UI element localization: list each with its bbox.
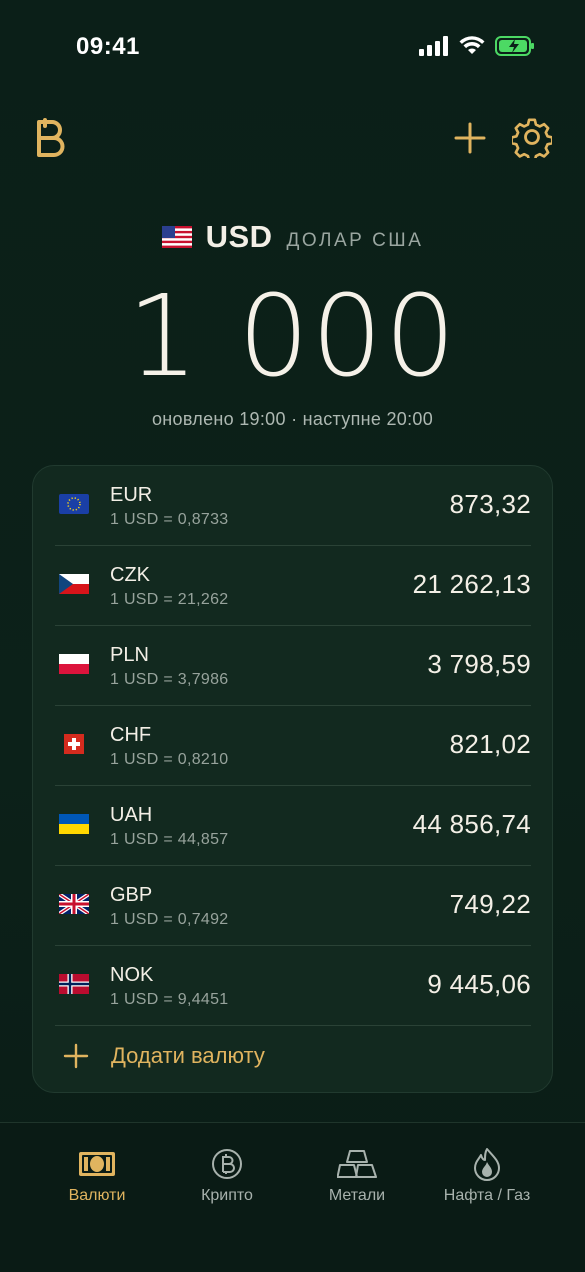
tab-label: Нафта / Газ (443, 1187, 531, 1204)
currency-value: 21 262,13 (412, 569, 531, 599)
gold-bars-icon (337, 1150, 377, 1178)
currency-rate: 1 USD = 44,857 (110, 831, 229, 848)
base-amount[interactable]: 1 000 (0, 272, 585, 402)
currency-row-uah[interactable]: UAH 1 USD = 44,857 44 856,74 (55, 786, 531, 866)
currency-rate: 1 USD = 3,7986 (110, 671, 229, 688)
tab-label: Метали (328, 1187, 386, 1204)
currency-code: UAH (110, 804, 153, 826)
wifi-icon (459, 36, 485, 54)
gb-flag-icon (59, 894, 89, 914)
status-icons (419, 36, 535, 56)
currency-value: 873,32 (449, 489, 531, 519)
settings-button[interactable] (510, 116, 554, 163)
currency-row-nok[interactable]: NOK 1 USD = 9,4451 9 445,06 (55, 946, 531, 1026)
tab-label: Валюти (68, 1187, 126, 1204)
plus-icon (454, 122, 486, 154)
flame-icon (474, 1148, 500, 1181)
currency-rate: 1 USD = 21,262 (110, 591, 229, 608)
currency-value: 749,22 (449, 889, 531, 919)
tab-bar: Валюти Крипто Метали Нафта / Газ (0, 1122, 585, 1272)
b-logo-icon (34, 118, 68, 158)
status-bar: 09:41 (0, 0, 585, 90)
currency-code: NOK (110, 964, 154, 986)
base-currency-selector[interactable]: USD ДОЛАР США (0, 214, 585, 260)
currency-code: EUR (110, 484, 153, 506)
plus-icon (63, 1043, 89, 1069)
signal-icon (419, 36, 448, 56)
bitcoin-icon (212, 1149, 242, 1179)
tab-crypto[interactable]: Крипто (154, 1123, 300, 1233)
currency-row-eur[interactable]: EUR 1 USD = 0,8733 873,32 (55, 466, 531, 546)
add-currency-button[interactable]: Додати валюту (63, 1026, 265, 1086)
tab-oil-gas[interactable]: Нафта / Газ (414, 1123, 560, 1233)
base-currency-name: ДОЛАР США (286, 230, 424, 251)
no-flag-icon (59, 974, 89, 994)
currency-value: 44 856,74 (412, 809, 531, 839)
currency-code: CZK (110, 564, 150, 586)
rates-card: EUR 1 USD = 0,8733 873,32 CZK 1 USD = 21… (32, 465, 553, 1093)
currency-row-gbp[interactable]: GBP 1 USD = 0,7492 749,22 (55, 866, 531, 946)
battery-icon (495, 36, 534, 56)
status-time: 09:41 (76, 33, 140, 60)
app-screen: 09:41 USD ДОЛАР США 1 000 оновлено 19:00… (0, 0, 585, 1272)
currency-code: PLN (110, 644, 149, 666)
gear-icon (510, 118, 554, 163)
tab-currencies[interactable]: Валюти (24, 1123, 170, 1233)
eu-flag-icon (59, 494, 89, 514)
ch-flag-icon (64, 734, 84, 754)
currency-code: CHF (110, 724, 152, 746)
currency-code: GBP (110, 884, 153, 906)
tab-label: Крипто (201, 1187, 253, 1204)
add-button[interactable] (452, 118, 488, 158)
ua-flag-icon (59, 814, 89, 834)
currency-row-chf[interactable]: CHF 1 USD = 0,8210 821,02 (55, 706, 531, 786)
pl-flag-icon (59, 654, 89, 674)
currency-value: 9 445,06 (427, 969, 531, 999)
currency-rate: 1 USD = 0,8210 (110, 751, 229, 768)
add-currency-label: Додати валюту (111, 1043, 265, 1068)
currency-value: 821,02 (449, 729, 531, 759)
update-info: оновлено 19:00 · наступне 20:00 (151, 409, 434, 429)
currency-row-pln[interactable]: PLN 1 USD = 3,7986 3 798,59 (55, 626, 531, 706)
banknote-icon (79, 1152, 115, 1176)
currency-value: 3 798,59 (427, 649, 531, 679)
us-flag-icon (161, 226, 192, 248)
cz-flag-icon (59, 574, 89, 594)
tab-metals[interactable]: Метали (284, 1123, 430, 1233)
currency-rate: 1 USD = 0,8733 (110, 511, 229, 528)
currency-rate: 1 USD = 9,4451 (110, 991, 229, 1008)
base-currency-code: USD (205, 219, 273, 254)
currency-row-czk[interactable]: CZK 1 USD = 21,262 21 262,13 (55, 546, 531, 626)
currency-rate: 1 USD = 0,7492 (110, 911, 229, 928)
